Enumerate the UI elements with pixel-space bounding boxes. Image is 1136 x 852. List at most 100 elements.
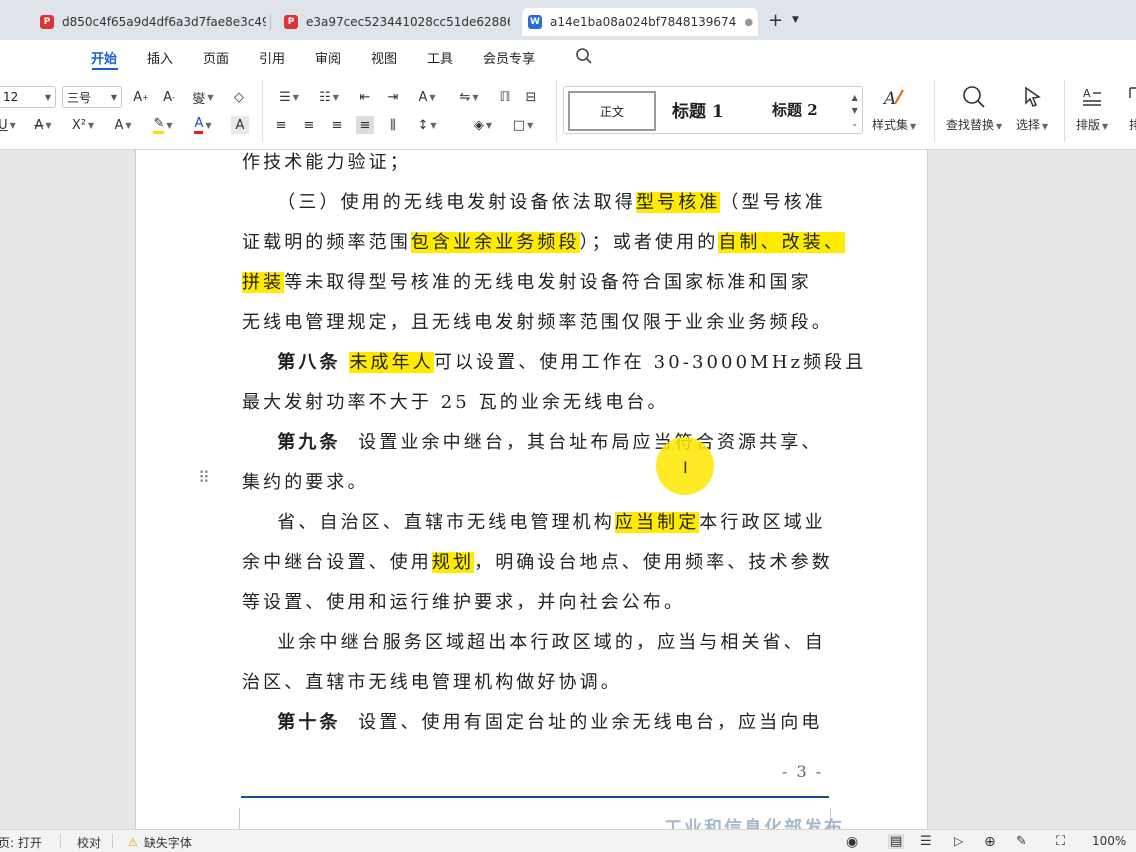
strikethrough-icon[interactable]: A ▼ (30, 116, 56, 134)
document-workspace[interactable]: ⠿ 作技术能力验证； （三）使用的无线电发射设备依法取得型号核准（型号核准 证载明… (0, 150, 1136, 829)
drag-handle-icon[interactable]: ⠿ (198, 468, 210, 487)
status-mode[interactable]: 页: 打开 (0, 834, 42, 851)
menu-page[interactable]: 页面 (203, 48, 229, 67)
distributed-icon[interactable]: ⫼ (384, 116, 402, 134)
web-view-icon[interactable]: ⊕ (984, 834, 996, 850)
decrease-font-icon[interactable]: A- (160, 88, 178, 106)
increase-indent-icon[interactable]: ⇥ (384, 88, 402, 106)
menu-insert[interactable]: 插入 (147, 48, 173, 67)
numbered-list-icon[interactable]: ☷ ▼ (316, 88, 342, 106)
menu-home[interactable]: 开始 (91, 48, 117, 67)
document-line[interactable]: 第八条 未成年人可以设置、使用工作在 30-3000MHz频段且 (242, 343, 863, 383)
tab-label: e3a97cec523441028cc51de628861 (306, 15, 510, 29)
page-view-icon[interactable]: ▤ (888, 834, 905, 849)
show-marks-icon[interactable]: ⊟ (522, 88, 540, 106)
layout-button[interactable]: A 排版 ▼ (1076, 84, 1108, 133)
style-heading-1[interactable]: 标题 1 (672, 97, 724, 122)
style-set-button[interactable]: A 样式集 ▼ (872, 84, 916, 133)
bullet-list-icon[interactable]: ☰ ▼ (276, 88, 302, 106)
highlighted-text: 应当制定 (614, 512, 700, 533)
asian-layout-icon[interactable]: ℿ (496, 88, 514, 106)
highlighted-text: 型号核准 (636, 192, 721, 213)
document-line[interactable]: 无线电管理规定，且无线电发射频率范围仅限于业余业务频段。 (242, 303, 832, 343)
find-replace-button[interactable]: 查找替换 ▼ (946, 84, 1002, 133)
align-center-icon[interactable]: ≡ (300, 116, 318, 134)
line-spacing-icon[interactable]: ↕ ▼ (414, 116, 440, 134)
proofread-button[interactable]: 校对 (77, 834, 101, 851)
increase-font-icon[interactable]: A + (132, 88, 150, 106)
document-line[interactable]: 作技术能力验证； (242, 150, 832, 183)
article-heading: 第九条 (277, 432, 341, 453)
document-line[interactable]: 集约的要求。 (242, 463, 832, 503)
text-run: 最大发射功率不大于 25 瓦的业余无线电台。 (242, 392, 669, 413)
new-tab-plus-icon[interactable]: + (768, 10, 783, 31)
menu-member[interactable]: 会员专享 (483, 48, 535, 67)
document-line[interactable]: 第九条 设置业余中继台，其台址布局应当符合资源共享、 (242, 423, 832, 463)
text-run: （三）使用的无线电发射设备依法取得 (242, 192, 636, 213)
select-button[interactable]: 选择 ▼ (1016, 84, 1048, 133)
font-size-name-select[interactable]: 三号 ▼ (62, 86, 122, 108)
menu-references[interactable]: 引用 (259, 48, 285, 67)
text-cursor-icon: Ι (683, 458, 688, 477)
text-run: 省、自治区、直辖市无线电管理机构 (242, 512, 615, 533)
highlighted-text: 未成年人 (349, 352, 434, 373)
tab-pdf-1[interactable]: P d850c4f65a9d4df6a3d7fae8e3c49 (34, 8, 266, 36)
document-line[interactable]: 余中继台设置、使用规划，明确设台地点、使用频率、技术参数 (242, 543, 832, 583)
highlight-color-icon[interactable]: ✎ ▼ (150, 116, 176, 134)
zoom-level[interactable]: 100% (1092, 834, 1126, 848)
text-run (242, 712, 277, 733)
text-effect-icon[interactable]: A ▼ (110, 116, 136, 134)
text-run: ，明确设台地点、使用频率、技术参数 (474, 552, 833, 573)
character-shading-icon[interactable]: A (231, 116, 249, 134)
document-line[interactable]: 拼装等未取得型号核准的无线电发射设备符合国家标准和国家 (242, 263, 832, 303)
highlighted-text: 规划 (431, 552, 475, 573)
svg-text:A: A (1083, 87, 1091, 100)
unsaved-dot-icon[interactable]: ● (744, 17, 753, 28)
decrease-indent-icon[interactable]: ⇤ (356, 88, 374, 106)
tab-pdf-2[interactable]: P e3a97cec523441028cc51de628861 (278, 8, 510, 36)
underline-icon[interactable]: U ▼ (0, 116, 16, 134)
search-icon[interactable] (575, 47, 593, 65)
clear-format-icon[interactable]: ◇ (230, 88, 248, 106)
word-icon: W (528, 15, 542, 29)
pen-icon[interactable]: ✎ (1016, 834, 1027, 849)
font-color-icon[interactable]: A ▼ (190, 116, 216, 134)
eye-protection-icon[interactable]: ◉ (846, 834, 858, 850)
tab-document-active[interactable]: W a14e1ba08a024bf7848139674 ● (522, 8, 758, 36)
document-line[interactable]: 治区、直辖市无线电管理机构做好协调。 (242, 663, 832, 703)
page-number: - 3 - (782, 762, 824, 781)
menu-view[interactable]: 视图 (371, 48, 397, 67)
active-menu-indicator (92, 68, 118, 70)
justify-icon[interactable]: ≡ (356, 116, 374, 134)
fit-page-icon[interactable]: ⛶ (1056, 834, 1065, 849)
border-icon[interactable]: □ ▼ (510, 116, 536, 134)
font-size-input[interactable]: 12 ▼ (0, 86, 56, 108)
highlighted-text: 拼装 (242, 272, 285, 293)
document-line[interactable]: 业余中继台服务区域超出本行政区域的，应当与相关省、自 (242, 623, 832, 663)
document-line[interactable]: 最大发射功率不大于 25 瓦的业余无线电台。 (242, 383, 832, 423)
document-line[interactable]: 第十条 设置、使用有固定台址的业余无线电台，应当向电 (242, 703, 832, 743)
style-heading-2[interactable]: 标题 2 (772, 99, 818, 120)
outline-view-icon[interactable]: ☰ (920, 834, 932, 849)
page-corner-mark (216, 808, 240, 829)
document-line[interactable]: （三）使用的无线电发射设备依法取得型号核准（型号核准 (242, 183, 832, 223)
sort-icon[interactable]: ⇋ ▼ (456, 88, 482, 106)
phonetic-guide-icon[interactable]: 燮 ▼ (190, 88, 216, 107)
play-icon[interactable]: ▷ (954, 834, 963, 848)
style-normal[interactable]: 正文 (568, 91, 656, 131)
styles-scroll-icon[interactable]: ▲ ▼ ⌄ (851, 91, 858, 130)
missing-font-button[interactable]: ⚠ 缺失字体 (128, 834, 192, 851)
superscript-icon[interactable]: X² ▼ (70, 116, 96, 134)
align-left-icon[interactable]: ≡ (272, 116, 290, 134)
layout-more-button[interactable]: 排 (1122, 84, 1136, 133)
document-line[interactable]: 省、自治区、直辖市无线电管理机构应当制定本行政区域业 (242, 503, 832, 543)
align-right-icon[interactable]: ≡ (328, 116, 346, 134)
document-line[interactable]: 证载明的频率范围包含业余业务频段）；或者使用的自制、改装、 (242, 223, 845, 263)
document-line[interactable]: 等设置、使用和运行维护要求，并向社会公布。 (242, 583, 832, 623)
font-size-value: 12 (3, 90, 19, 104)
menu-tools[interactable]: 工具 (427, 48, 453, 67)
chevron-down-icon[interactable]: ▼ (792, 15, 799, 25)
paragraph-shading-icon[interactable]: ◈ ▼ (470, 116, 496, 134)
text-direction-icon[interactable]: A ▼ (414, 88, 440, 106)
menu-review[interactable]: 审阅 (315, 48, 341, 67)
